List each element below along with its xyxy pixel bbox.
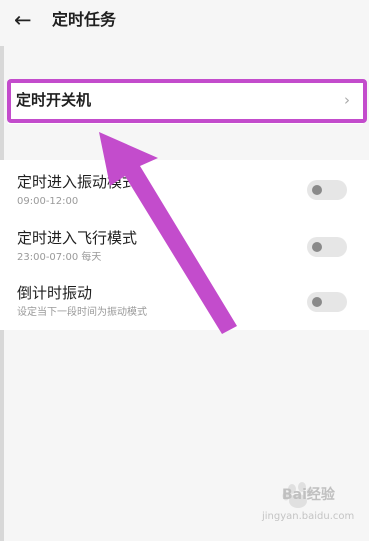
vibration-mode-subtitle: 09:00-12:00: [17, 196, 79, 207]
watermark-url: jingyan.baidu.com: [262, 511, 355, 522]
app-screen: ← 定时任务 定时开关机 › 定时进入振动模式 09:00-12:00 定时进入…: [0, 0, 369, 541]
countdown-vibration-subtitle: 设定当下一段时间为振动模式: [17, 307, 147, 318]
settings-list: 定时进入振动模式 09:00-12:00 定时进入飞行模式 23:00-07:0…: [0, 160, 369, 330]
back-arrow-icon[interactable]: ←: [14, 8, 40, 32]
header: ← 定时任务: [0, 0, 369, 46]
toggle-knob: [312, 297, 322, 307]
countdown-vibration-title: 倒计时振动: [17, 284, 93, 302]
page-title: 定时任务: [52, 10, 117, 29]
highlight-annotation-box: [7, 79, 367, 123]
countdown-vibration-toggle[interactable]: [307, 292, 347, 312]
vibration-mode-toggle[interactable]: [307, 180, 347, 200]
airplane-mode-subtitle: 23:00-07:00 每天: [17, 252, 102, 263]
toggle-knob: [312, 185, 322, 195]
airplane-mode-toggle[interactable]: [307, 237, 347, 257]
airplane-mode-title: 定时进入飞行模式: [17, 229, 138, 247]
vibration-mode-title: 定时进入振动模式: [17, 173, 138, 191]
toggle-knob: [312, 242, 322, 252]
watermark-brand: Bai经验: [282, 487, 335, 503]
